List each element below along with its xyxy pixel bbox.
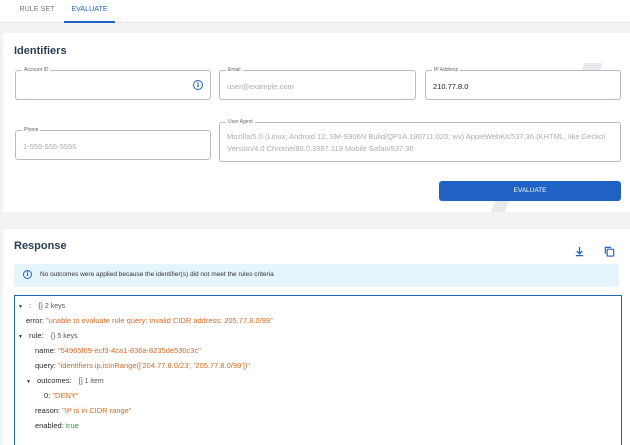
json-meta: [] 1 item [78, 378, 104, 385]
user-agent-label: User Agent [226, 118, 255, 126]
json-string-value: "IP is in CIDR range" [62, 406, 132, 415]
identifiers-title: Identifiers [14, 45, 67, 57]
user-agent-field[interactable]: User Agent Mozilla/5.0 (Linux; Android 1… [219, 118, 621, 162]
response-panel: Response i No outcomes were applied beca… [3, 229, 630, 445]
json-row: name: "54965f69-ecf3-4ca1-836a-8235de530… [35, 346, 201, 356]
json-key: name: [35, 346, 56, 355]
phone-field[interactable]: Phone 1-555-555-5555 [15, 126, 211, 160]
tab-evaluate[interactable]: EVALUATE [64, 0, 115, 23]
json-meta: {} 5 keys [50, 333, 78, 340]
user-agent-placeholder: Mozilla/5.0 (Linux; Android 12; SM-S906N… [227, 132, 606, 153]
json-key: 0: [44, 391, 51, 400]
info-icon: i [23, 270, 32, 279]
email-placeholder: user@example.com [227, 82, 294, 91]
copy-icon[interactable] [604, 246, 615, 257]
caret-down-icon[interactable]: ▼ [26, 379, 31, 385]
json-string-value: "unable to evaluate rule query: invalid … [46, 316, 273, 325]
json-row: 0: "DENY" [44, 391, 79, 401]
json-row: error: "unable to evaluate rule query: i… [26, 316, 273, 326]
json-key: query: [35, 361, 56, 370]
json-viewer: ▼ : {} 2 keys error: "unable to evaluate… [14, 295, 622, 445]
json-row: enabled: true [35, 421, 79, 431]
json-outcomes-row[interactable]: ▼ outcomes: [] 1 item [26, 376, 104, 387]
json-key: outcomes: [37, 376, 72, 385]
ip-address-value: 210.77.8.0 [433, 82, 469, 91]
json-string-value: "54965f69-ecf3-4ca1-836a-8235de530c3c" [57, 346, 201, 355]
json-string-value: "DENY" [52, 391, 79, 400]
ip-address-label: IP Address [432, 66, 461, 74]
json-key: rule: [29, 331, 44, 340]
response-title: Response [14, 240, 67, 252]
tab-rule-set[interactable]: RULE SET [13, 0, 61, 23]
phone-placeholder: 1-555-555-5555 [23, 142, 77, 151]
email-label: Email [226, 66, 243, 74]
json-row: reason: "IP is in CIDR range" [35, 406, 132, 416]
tab-bar: RULE SET EVALUATE [0, 0, 630, 23]
info-icon[interactable]: i [193, 80, 203, 90]
json-boolean-value: true [65, 421, 79, 430]
json-key: reason: [35, 406, 61, 415]
caret-down-icon[interactable]: ▼ [18, 304, 23, 310]
evaluate-button[interactable]: EVALUATE [439, 181, 621, 201]
account-id-label: Account ID [22, 66, 51, 74]
json-row: query: "identifiers.ip.isInRange(['204.7… [35, 361, 250, 371]
json-rule-row[interactable]: ▼ rule: {} 5 keys [18, 331, 78, 342]
json-root-row[interactable]: ▼ : {} 2 keys [18, 301, 65, 312]
account-id-field[interactable]: Account ID i [15, 66, 211, 100]
alert-message: No outcomes were applied because the ide… [40, 271, 274, 278]
json-meta: {} 2 keys [38, 303, 66, 310]
json-key: : [29, 301, 32, 310]
json-key: error: [26, 316, 44, 325]
ip-address-field[interactable]: IP Address 210.77.8.0 [425, 66, 621, 100]
phone-label: Phone [22, 126, 41, 134]
json-key: enabled: [35, 421, 64, 430]
download-icon[interactable] [574, 246, 585, 257]
info-alert: i No outcomes were applied because the i… [14, 264, 619, 287]
identifiers-panel: Identifiers Account ID i Email user@exam… [3, 33, 630, 212]
caret-down-icon[interactable]: ▼ [18, 334, 23, 340]
json-string-value: "identifiers.ip.isInRange(['204.77.8.0/2… [57, 361, 250, 370]
email-field[interactable]: Email user@example.com [219, 66, 416, 100]
